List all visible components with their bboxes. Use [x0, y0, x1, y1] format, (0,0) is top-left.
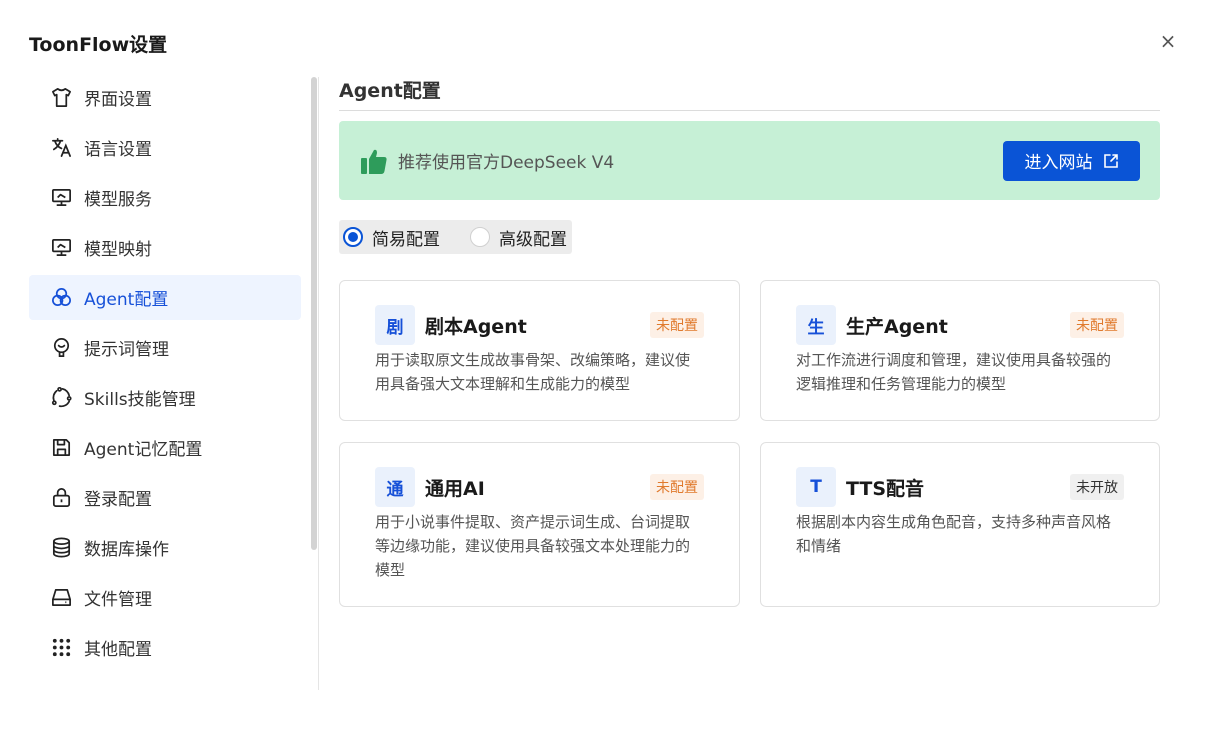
radio-label: 高级配置	[499, 229, 567, 250]
status-badge: 未配置	[650, 312, 704, 338]
recommendation-banner: 推荐使用官方DeepSeek V4 进入网站	[339, 121, 1160, 200]
agent-card-production[interactable]: 生 生产Agent 未配置 对工作流进行调度和管理，建议使用具备较强的逻辑推理和…	[760, 280, 1160, 421]
lock-icon	[49, 486, 73, 510]
card-icon: 生	[796, 305, 836, 345]
sidebar-item-label: 语言设置	[84, 140, 152, 160]
circles-icon	[49, 286, 73, 310]
sidebar-item-agent-config[interactable]: Agent配置	[29, 275, 301, 320]
card-description: 用于小说事件提取、资产提示词生成、台词提取等边缘功能，建议使用具备较强文本处理能…	[375, 513, 691, 579]
agent-card-general-ai[interactable]: 通 通用AI 未配置 用于小说事件提取、资产提示词生成、台词提取等边缘功能，建议…	[339, 442, 740, 607]
banner-text: 推荐使用官方DeepSeek V4	[398, 153, 615, 173]
shirt-icon	[49, 86, 73, 110]
sidebar-item-label: 提示词管理	[84, 340, 169, 360]
card-title: 剧本Agent	[425, 315, 527, 338]
monitor-icon	[49, 236, 73, 260]
radio-unchecked-indicator	[470, 227, 490, 247]
monitor-icon	[49, 186, 73, 210]
thumbs-up-icon	[359, 146, 389, 176]
vertical-divider	[318, 77, 319, 690]
sidebar-item-label: 界面设置	[84, 90, 152, 110]
sidebar-item-label: Skills技能管理	[84, 390, 196, 410]
close-button[interactable]: ×	[1158, 30, 1178, 52]
dialog-title: ToonFlow设置	[29, 34, 168, 56]
translate-icon	[49, 136, 73, 160]
sidebar-item-prompts[interactable]: 提示词管理	[29, 325, 301, 370]
bulb-icon	[49, 336, 73, 360]
button-label: 进入网站	[1024, 153, 1093, 173]
radio-advanced-config[interactable]: 高级配置	[470, 225, 567, 250]
cut-off-icon	[49, 685, 69, 689]
card-description: 对工作流进行调度和管理，建议使用具备较强的逻辑推理和任务管理能力的模型	[796, 351, 1112, 393]
agent-card-tts[interactable]: T TTS配音 未开放 根据剧本内容生成角色配音，支持多种声音风格和情绪	[760, 442, 1160, 607]
visit-website-button[interactable]: 进入网站	[1003, 140, 1140, 181]
sidebar-item-label: 模型服务	[84, 190, 152, 210]
radio-simple-config[interactable]: 简易配置	[343, 225, 440, 250]
settings-sidebar: 界面设置 语言设置 模型服务 模型映射 Agent配置 提示词管理 Skills…	[29, 75, 301, 675]
card-icon: 通	[375, 467, 415, 507]
sidebar-item-language[interactable]: 语言设置	[29, 125, 301, 170]
card-description: 用于读取原文生成故事骨架、改编策略，建议使用具备强大文本理解和生成能力的模型	[375, 351, 691, 393]
card-title: 生产Agent	[846, 315, 948, 338]
radio-checked-indicator	[343, 227, 363, 247]
status-badge: 未配置	[1070, 312, 1124, 338]
card-description: 根据剧本内容生成角色配音，支持多种声音风格和情绪	[796, 513, 1112, 555]
sidebar-item-agent-memory[interactable]: Agent记忆配置	[29, 425, 301, 470]
sidebar-item-label: 模型映射	[84, 240, 152, 260]
status-badge: 未配置	[650, 474, 704, 500]
sidebar-item-database[interactable]: 数据库操作	[29, 525, 301, 570]
cycle-icon	[49, 386, 73, 410]
sidebar-item-label: Agent配置	[84, 290, 169, 310]
sidebar-item-label: 其他配置	[84, 640, 152, 660]
section-title: Agent配置	[339, 76, 1160, 111]
agent-cards: 剧 剧本Agent 未配置 用于读取原文生成故事骨架、改编策略，建议使用具备强大…	[339, 280, 1160, 607]
drive-icon	[49, 586, 73, 610]
sidebar-item-skills[interactable]: Skills技能管理	[29, 375, 301, 420]
sidebar-item-label: 数据库操作	[84, 540, 169, 560]
sidebar-item-login[interactable]: 登录配置	[29, 475, 301, 520]
card-title: TTS配音	[846, 477, 925, 500]
grid-dots-icon	[49, 636, 73, 660]
sidebar-item-other[interactable]: 其他配置	[29, 625, 301, 670]
card-title: 通用AI	[425, 477, 485, 500]
radio-label: 简易配置	[372, 229, 440, 250]
status-badge: 未开放	[1070, 474, 1124, 500]
save-icon	[49, 436, 73, 460]
sidebar-item-interface[interactable]: 界面设置	[29, 75, 301, 120]
card-icon: T	[796, 467, 836, 507]
sidebar-item-label: Agent记忆配置	[84, 440, 203, 460]
config-mode-radio-group: 简易配置 高级配置	[339, 220, 572, 254]
sidebar-item-model-mapping[interactable]: 模型映射	[29, 225, 301, 270]
sidebar-item-model-service[interactable]: 模型服务	[29, 175, 301, 220]
card-icon: 剧	[375, 305, 415, 345]
database-icon	[49, 536, 73, 560]
agent-card-script[interactable]: 剧 剧本Agent 未配置 用于读取原文生成故事骨架、改编策略，建议使用具备强大…	[339, 280, 740, 421]
sidebar-item-label: 文件管理	[84, 590, 152, 610]
main-panel: Agent配置 推荐使用官方DeepSeek V4 进入网站 简易配置 高级配置…	[339, 76, 1160, 607]
external-link-icon	[1103, 153, 1118, 168]
sidebar-scrollbar[interactable]	[311, 77, 317, 550]
sidebar-item-files[interactable]: 文件管理	[29, 575, 301, 620]
sidebar-item-label: 登录配置	[84, 490, 152, 510]
